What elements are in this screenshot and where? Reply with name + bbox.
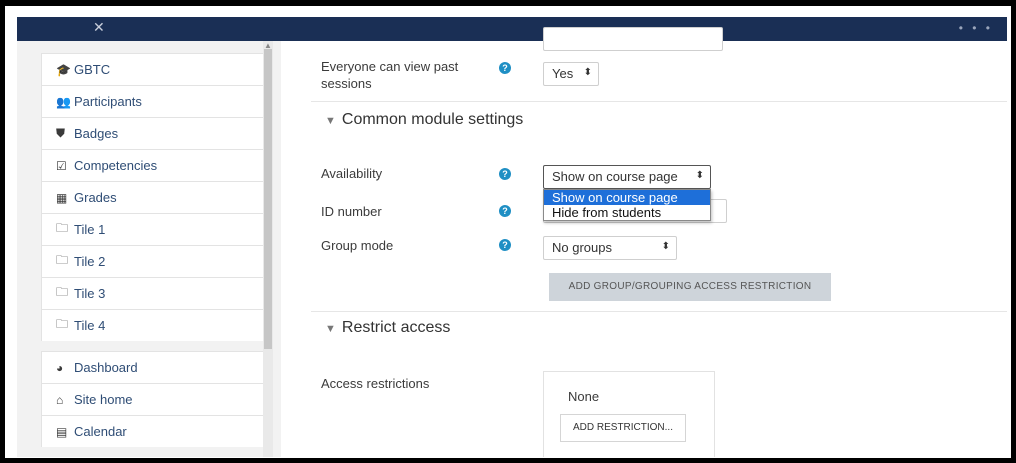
check-square-icon: ☑ bbox=[56, 158, 67, 173]
sidebar-item-label: Grades bbox=[74, 190, 117, 205]
sidebar-item-competencies[interactable]: ☑ Competencies bbox=[41, 149, 265, 181]
sidebar-item-grades[interactable]: ▦ Grades bbox=[41, 181, 265, 213]
group-mode-label: Group mode bbox=[321, 238, 394, 253]
sidebar-item-tile-1[interactable]: 🗀 Tile 1 bbox=[41, 213, 265, 245]
sidebar-item-tile-3[interactable]: 🗀 Tile 3 bbox=[41, 277, 265, 309]
sidebar-item-tile-4[interactable]: 🗀 Tile 4 bbox=[41, 309, 265, 341]
sidebar-item-label: Calendar bbox=[74, 424, 127, 439]
add-restriction-button[interactable]: ADD RESTRICTION... bbox=[560, 414, 686, 442]
sidebar-item-badges[interactable]: ⛊ Badges bbox=[41, 117, 265, 149]
availability-select[interactable]: Show on course page ⬍ bbox=[543, 165, 711, 189]
previous-field-select[interactable] bbox=[543, 27, 723, 51]
restrictions-box: None ADD RESTRICTION... bbox=[543, 371, 715, 457]
sidebar-item-label: Badges bbox=[74, 126, 119, 141]
help-icon[interactable]: ? bbox=[499, 168, 511, 180]
sidebar-item-label: Tile 3 bbox=[74, 286, 106, 301]
sidebar-item-label: Tile 2 bbox=[74, 254, 106, 269]
divider bbox=[311, 311, 1007, 312]
help-icon[interactable]: ? bbox=[499, 239, 511, 251]
calendar-icon: ▤ bbox=[56, 424, 68, 439]
moodle-window: ✕ • • • 🎓 GBTC 👥 Participants ⛊ Badges ☑ Compet… bbox=[17, 17, 1007, 457]
folder-icon: 🗀 bbox=[56, 221, 69, 235]
restrict-access-title: Restrict access bbox=[341, 319, 451, 336]
divider bbox=[311, 101, 1007, 102]
folder-icon: 🗀 bbox=[56, 253, 69, 267]
table-icon: ▦ bbox=[56, 190, 68, 205]
sidebar-item-label: Tile 4 bbox=[74, 318, 106, 333]
sidebar-item-participants[interactable]: 👥 Participants bbox=[41, 85, 265, 117]
shield-icon: ⛊ bbox=[56, 126, 66, 140]
chevron-down-icon: ▼ bbox=[325, 323, 336, 335]
availability-label: Availability bbox=[321, 166, 383, 181]
help-icon[interactable]: ? bbox=[499, 62, 511, 74]
restrict-access-header[interactable]: ▼ Restrict access bbox=[325, 319, 450, 337]
sidebar-item-calendar[interactable]: ▤ Calendar bbox=[41, 415, 265, 447]
sidebar-item-label: Competencies bbox=[74, 158, 158, 173]
nav-list: 🎓 GBTC 👥 Participants ⛊ Badges ☑ Competencies ▦ G… bbox=[41, 53, 265, 447]
scroll-up-icon[interactable]: ▲ bbox=[264, 41, 272, 50]
common-settings-header[interactable]: ▼ Common module settings bbox=[325, 111, 523, 129]
course-nav-group: 🎓 GBTC 👥 Participants ⛊ Badges ☑ Competencies ▦ G… bbox=[41, 53, 265, 341]
sidebar-item-label: Dashboard bbox=[74, 360, 138, 375]
group-mode-value: No groups bbox=[552, 240, 612, 255]
nav-drawer: 🎓 GBTC 👥 Participants ⛊ Badges ☑ Competencies ▦ G… bbox=[17, 41, 281, 457]
users-icon: 👥 bbox=[56, 94, 71, 109]
sidebar-item-tile-2[interactable]: 🗀 Tile 2 bbox=[41, 245, 265, 277]
sidebar-item-label: Participants bbox=[74, 94, 142, 109]
dropdown-option[interactable]: Hide from students bbox=[544, 205, 710, 220]
select-arrows-icon: ⬍ bbox=[661, 241, 670, 252]
availability-value: Show on course page bbox=[552, 169, 678, 184]
top-navbar: ✕ • • • bbox=[17, 17, 1007, 41]
id-number-label: ID number bbox=[321, 204, 382, 219]
restrictions-value: None bbox=[568, 389, 600, 404]
help-icon[interactable]: ? bbox=[499, 205, 511, 217]
select-arrows-icon: ⬍ bbox=[583, 67, 592, 78]
close-drawer-icon[interactable]: ✕ bbox=[93, 19, 105, 36]
view-past-select[interactable]: Yes ⬍ bbox=[543, 62, 599, 86]
select-arrows-icon: ⬍ bbox=[695, 170, 704, 181]
add-group-restriction-button[interactable]: ADD GROUP/GROUPING ACCESS RESTRICTION bbox=[549, 273, 831, 301]
sidebar-item-label: GBTC bbox=[74, 62, 111, 77]
sidebar-item-site-home[interactable]: ⌂ Site home bbox=[41, 383, 265, 415]
availability-dropdown: Show on course page Hide from students bbox=[543, 189, 711, 221]
home-icon: ⌂ bbox=[56, 392, 64, 407]
user-menu-icon[interactable]: • • • bbox=[959, 21, 993, 35]
view-past-label: Everyone can view past sessions bbox=[321, 59, 459, 91]
chevron-down-icon: ▼ bbox=[325, 115, 336, 127]
settings-form: Everyone can view past sessions ? Yes ⬍ … bbox=[281, 27, 1007, 457]
graduation-cap-icon: 🎓 bbox=[56, 62, 71, 77]
dropdown-option[interactable]: Show on course page bbox=[544, 190, 710, 205]
access-restrictions-label: Access restrictions bbox=[321, 376, 430, 391]
sidebar-item-label: Site home bbox=[74, 392, 133, 407]
sidebar-item-gbtc[interactable]: 🎓 GBTC bbox=[41, 53, 265, 85]
sidebar-item-dashboard[interactable]: ◕ Dashboard bbox=[41, 351, 265, 383]
common-settings-title: Common module settings bbox=[341, 111, 524, 128]
folder-icon: 🗀 bbox=[56, 317, 69, 331]
sidebar-item-label: Tile 1 bbox=[74, 222, 106, 237]
sidebar-scroll-thumb[interactable] bbox=[264, 49, 272, 349]
view-past-value: Yes bbox=[552, 66, 574, 81]
dashboard-icon: ◕ bbox=[56, 360, 64, 375]
folder-icon: 🗀 bbox=[56, 285, 69, 299]
group-mode-select[interactable]: No groups ⬍ bbox=[543, 236, 677, 260]
site-nav-group: ◕ Dashboard ⌂ Site home ▤ Calendar bbox=[41, 351, 265, 447]
